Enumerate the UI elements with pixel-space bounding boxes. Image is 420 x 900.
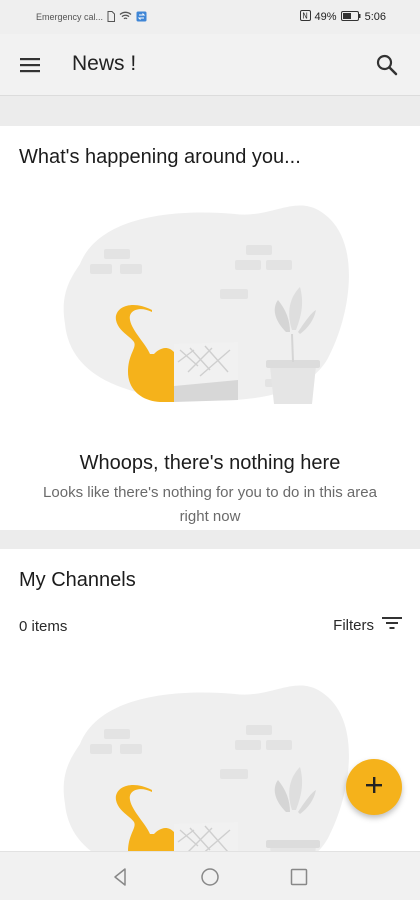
status-right: N 49% 5:06 [299, 10, 386, 24]
carrier-text: Emergency cal... [36, 12, 104, 22]
filter-icon [382, 615, 402, 636]
app-bar: News ! [0, 34, 420, 96]
filters-label: Filters [333, 617, 374, 634]
search-icon[interactable] [374, 52, 400, 78]
wifi-icon [119, 11, 132, 23]
happening-section: What's happening around you... Whoops, t… [0, 126, 420, 530]
status-left: Emergency cal... [36, 10, 147, 24]
page-title: News ! [72, 52, 137, 75]
empty-state-illustration [60, 674, 360, 851]
items-count: 0 items [19, 618, 68, 635]
data-sync-icon [136, 11, 147, 24]
plus-icon [364, 775, 384, 800]
empty-state-illustration [60, 194, 360, 419]
sim-icon [107, 10, 116, 24]
recent-apps-icon[interactable] [288, 866, 310, 888]
empty-state-subtitle: Looks like there's nothing for you to do… [43, 484, 377, 525]
system-nav-bar [0, 851, 420, 900]
nfc-icon: N [299, 10, 311, 24]
svg-text:N: N [302, 12, 308, 21]
empty-state-title: Whoops, there's nothing here [79, 452, 341, 474]
clock: 5:06 [364, 11, 386, 23]
add-channel-button[interactable] [346, 759, 402, 815]
back-icon[interactable] [110, 866, 132, 888]
filters-button[interactable]: Filters [333, 615, 402, 636]
status-bar: Emergency cal... N 49% 5:06 [0, 0, 420, 34]
battery-percent: 49% [314, 11, 337, 23]
battery-icon [340, 10, 361, 24]
section-title-happening: What's happening around you... [19, 146, 301, 168]
app-screen: Emergency cal... N 49% 5:06 News ! What'… [0, 0, 420, 900]
hamburger-menu-icon[interactable] [19, 55, 41, 75]
home-icon[interactable] [199, 866, 221, 888]
section-title-channels: My Channels [19, 569, 136, 591]
